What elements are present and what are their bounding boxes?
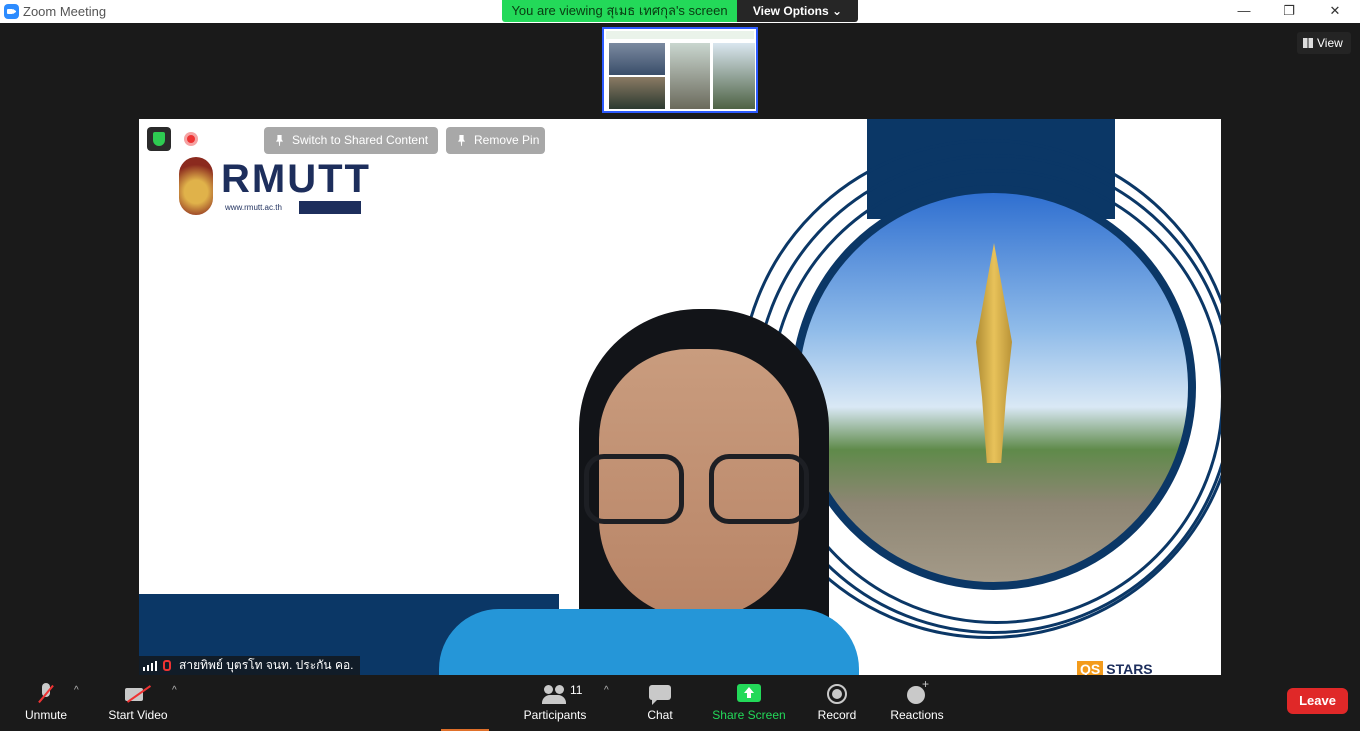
start-video-button[interactable]: Start Video [104,675,172,731]
participant-shirt [439,609,859,675]
start-video-label: Start Video [108,708,168,722]
thumbnail-photo [609,77,665,109]
meeting-toolbar: Unmute ^ Start Video ^ 11 Participants ^… [0,675,1360,731]
minimize-button[interactable]: — [1221,0,1267,23]
record-icon [824,683,850,705]
video-camera-off-icon [125,683,151,705]
record-label: Record [817,708,857,722]
pinned-video[interactable]: RMUTT www.rmutt.ac.th QS STARS Switch to … [139,119,1221,675]
video-options-caret[interactable]: ^ [172,685,177,696]
recording-indicator-icon [184,132,198,146]
leave-button[interactable]: Leave [1287,688,1348,714]
shared-screen-thumbnail[interactable] [602,27,758,113]
record-button[interactable]: Record [812,675,862,731]
chat-icon [647,683,673,705]
share-screen-icon [737,684,761,702]
participant-name-tag: สายทิพย์ บุตรโท จนท. ประกัน คอ. [139,656,360,675]
zoom-app-icon [4,4,19,19]
remove-pin-label: Remove Pin [474,133,540,147]
pin-icon [276,135,283,146]
golden-tower [976,243,1012,463]
muted-mic-icon [163,660,171,671]
unmute-label: Unmute [24,708,68,722]
participants-button[interactable]: 11 Participants [520,675,590,731]
thumbnail-header [606,31,754,39]
thumbnail-photo [609,43,665,75]
participants-label: Participants [523,708,587,722]
switch-to-shared-content-button[interactable]: Switch to Shared Content [264,127,438,154]
switch-label: Switch to Shared Content [292,133,429,147]
microphone-muted-icon [33,683,59,705]
chevron-down-icon: ⌄ [832,4,843,18]
glasses-lens [584,454,684,524]
participants-count: 11 [570,683,583,697]
chat-button[interactable]: Chat [636,675,684,731]
restore-button[interactable]: ❐ [1266,0,1312,23]
participants-options-caret[interactable]: ^ [604,685,609,696]
reactions-emoji-icon [904,677,930,705]
reactions-label: Reactions [890,708,944,722]
close-button[interactable]: ✕ [1312,0,1358,23]
audio-options-caret[interactable]: ^ [74,685,79,696]
glasses-lens [709,454,809,524]
logo-wordmark: RMUTT [221,157,371,201]
viewing-status: You are viewing สุเมธ เทศกุล's screen [502,0,737,22]
thumbnail-photo [713,43,755,109]
unmute-button[interactable]: Unmute [18,675,74,731]
participant-name: สายทิพย์ บุตรโท จนท. ประกัน คอ. [179,658,354,672]
participants-icon [542,683,568,705]
qs-text: STARS [1106,661,1153,675]
university-crest-icon [179,157,213,215]
window-title: Zoom Meeting [23,4,107,19]
pin-icon [458,135,465,146]
view-options-button[interactable]: View Options ⌄ [737,0,858,22]
participant-figure [439,309,859,675]
thumbnail-photo [670,43,710,109]
participant-glasses [584,454,809,524]
share-banner: You are viewing สุเมธ เทศกุล's screen Vi… [502,0,858,22]
encryption-shield-icon[interactable] [147,127,171,151]
chat-label: Chat [647,708,673,722]
qs-stars-logo: QS STARS [1077,661,1197,675]
view-label: View [1317,36,1343,50]
view-layout-button[interactable]: View [1297,32,1351,54]
view-options-label: View Options [752,4,829,18]
signal-strength-icon [143,661,157,671]
share-screen-button[interactable]: Share Screen [708,675,790,731]
reactions-button[interactable]: Reactions [886,675,948,731]
logo-highlight [299,201,361,214]
logo-subtitle: www.rmutt.ac.th [225,203,282,212]
grid-icon [1303,38,1313,48]
qs-badge: QS [1077,661,1104,675]
share-screen-label: Share Screen [712,708,786,722]
remove-pin-button[interactable]: Remove Pin [446,127,545,154]
rmutt-logo: RMUTT www.rmutt.ac.th [179,157,369,217]
